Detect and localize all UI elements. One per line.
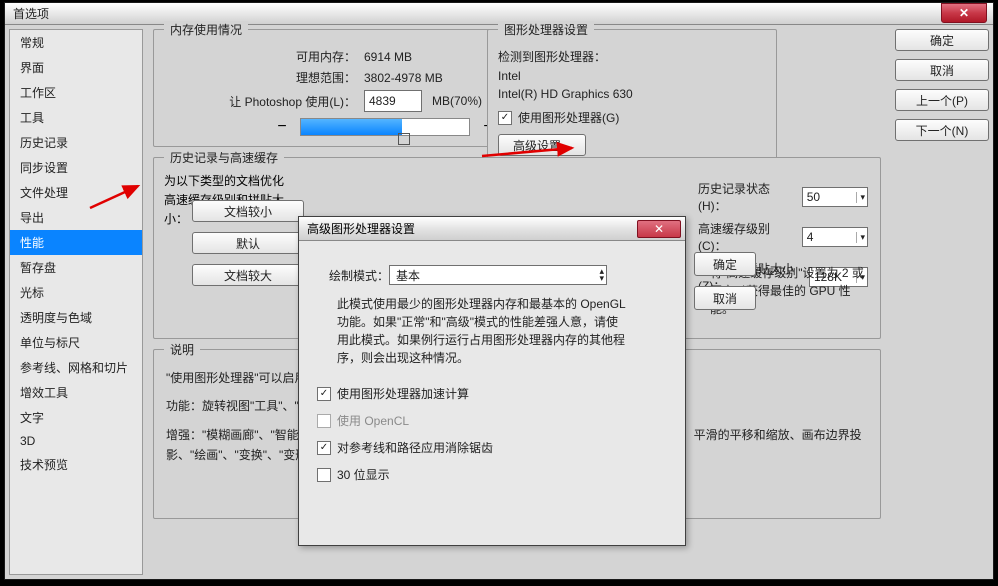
window-close-button[interactable]: ✕ (941, 3, 987, 23)
history-group-title: 历史记录与高速缓存 (164, 149, 284, 166)
memory-input[interactable]: 4839 (364, 90, 422, 112)
memory-suffix: MB(70%) (432, 94, 482, 108)
gpu-model: Intel(R) HD Graphics 630 (498, 87, 766, 101)
gpu-advanced-button[interactable]: 高级设置... (498, 134, 586, 156)
close-icon: ✕ (959, 6, 969, 20)
slider-track[interactable] (300, 118, 470, 136)
sidebar-item-units[interactable]: 单位与标尺 (10, 330, 142, 355)
use-gpu-checkbox[interactable]: ✓ 使用图形处理器(G) (498, 109, 619, 126)
minus-icon: − (274, 118, 290, 136)
states-label: 历史记录状态(H)： (698, 180, 796, 214)
sidebar-item-history[interactable]: 历史记录 (10, 130, 142, 155)
prev-button[interactable]: 上一个(P) (895, 89, 989, 111)
draw-mode-select[interactable]: 基本 ▴▾ (389, 265, 607, 285)
modal-ok-button[interactable]: 确定 (694, 252, 756, 276)
checkbox-checked-icon: ✓ (317, 387, 331, 401)
slider-fill (301, 119, 402, 135)
ideal-label: 理想范围： (164, 69, 364, 86)
modal-close-button[interactable]: ✕ (637, 220, 681, 238)
history-states-select[interactable]: 50▾ (802, 187, 868, 207)
sidebar-item-cursors[interactable]: 光标 (10, 280, 142, 305)
antialias-checkbox[interactable]: ✓对参考线和路径应用消除锯齿 (317, 439, 673, 456)
sidebar-item-performance[interactable]: 性能 (10, 230, 142, 255)
sidebar-item-file-handling[interactable]: 文件处理 (10, 180, 142, 205)
dialog-buttons: 确定 取消 上一个(P) 下一个(N) (895, 29, 989, 141)
gpu-group-title: 图形处理器设置 (498, 21, 594, 38)
sidebar-item-tech-preview[interactable]: 技术预览 (10, 452, 142, 477)
sidebar-item-workspace[interactable]: 工作区 (10, 80, 142, 105)
sidebar-item-general[interactable]: 常规 (10, 30, 142, 55)
checkbox-icon (317, 468, 331, 482)
chevron-down-icon: ▾ (856, 192, 865, 203)
category-sidebar: 常规 界面 工作区 工具 历史记录 同步设置 文件处理 导出 性能 暂存盘 光标… (9, 29, 143, 575)
modal-checkboxes: ✓使用图形处理器加速计算 使用 OpenCL ✓对参考线和路径应用消除锯齿 30… (317, 385, 673, 483)
modal-title-text: 高级图形处理器设置 (307, 220, 415, 237)
gpu-vendor: Intel (498, 69, 766, 83)
sidebar-item-type[interactable]: 文字 (10, 405, 142, 430)
modal-cancel-button[interactable]: 取消 (694, 286, 756, 310)
use-gpu-label: 使用图形处理器(G) (518, 109, 619, 126)
draw-mode-label: 绘制模式： (329, 267, 389, 284)
sidebar-item-guides[interactable]: 参考线、网格和切片 (10, 355, 142, 380)
sidebar-item-scratch[interactable]: 暂存盘 (10, 255, 142, 280)
ideal-value: 3802-4978 MB (364, 71, 443, 85)
chevron-down-icon: ▾ (856, 232, 865, 243)
checkbox-checked-icon: ✓ (498, 111, 512, 125)
cache-label: 高速缓存级别(C)： (698, 220, 796, 254)
close-icon: ✕ (654, 222, 664, 236)
doc-default-button[interactable]: 默认 (192, 232, 304, 254)
let-ps-label: 让 Photoshop 使用(L)： (164, 93, 364, 110)
ok-button[interactable]: 确定 (895, 29, 989, 51)
sidebar-item-interface[interactable]: 界面 (10, 55, 142, 80)
modal-description: 此模式使用最少的图形处理器内存和最基本的 OpenGL 功能。如果"正常"和"高… (337, 295, 627, 367)
sidebar-item-tools[interactable]: 工具 (10, 105, 142, 130)
sidebar-item-3d[interactable]: 3D (10, 430, 142, 452)
advanced-gpu-dialog: 高级图形处理器设置 ✕ 绘制模式： 基本 ▴▾ 此模式使用最少的图形处理器内存和… (298, 216, 686, 546)
available-value: 6914 MB (364, 50, 412, 64)
checkbox-icon (317, 414, 331, 428)
doc-small-button[interactable]: 文档较小 (192, 200, 304, 222)
sidebar-item-transparency[interactable]: 透明度与色域 (10, 305, 142, 330)
gpu-detected-label: 检测到图形处理器： (498, 48, 766, 65)
opencl-checkbox: 使用 OpenCL (317, 412, 673, 429)
window-title: 首选项 (13, 5, 49, 22)
modal-buttons: 确定 取消 (694, 252, 756, 310)
doc-large-button[interactable]: 文档较大 (192, 264, 304, 286)
next-button[interactable]: 下一个(N) (895, 119, 989, 141)
memory-group-title: 内存使用情况 (164, 21, 248, 38)
modal-body: 绘制模式： 基本 ▴▾ 此模式使用最少的图形处理器内存和最基本的 OpenGL … (299, 241, 685, 495)
30bit-checkbox[interactable]: 30 位显示 (317, 466, 673, 483)
cancel-button[interactable]: 取消 (895, 59, 989, 81)
modal-titlebar: 高级图形处理器设置 ✕ (299, 217, 685, 241)
cache-level-select[interactable]: 4▾ (802, 227, 868, 247)
sidebar-item-export[interactable]: 导出 (10, 205, 142, 230)
available-label: 可用内存： (164, 48, 364, 65)
slider-thumb[interactable] (398, 133, 410, 145)
chevron-up-down-icon: ▴▾ (599, 268, 604, 282)
checkbox-checked-icon: ✓ (317, 441, 331, 455)
accelerate-checkbox[interactable]: ✓使用图形处理器加速计算 (317, 385, 673, 402)
sidebar-item-plugins[interactable]: 增效工具 (10, 380, 142, 405)
gpu-group: 图形处理器设置 检测到图形处理器： Intel Intel(R) HD Grap… (487, 29, 777, 171)
desc-group-title: 说明 (164, 341, 200, 358)
sidebar-item-sync[interactable]: 同步设置 (10, 155, 142, 180)
